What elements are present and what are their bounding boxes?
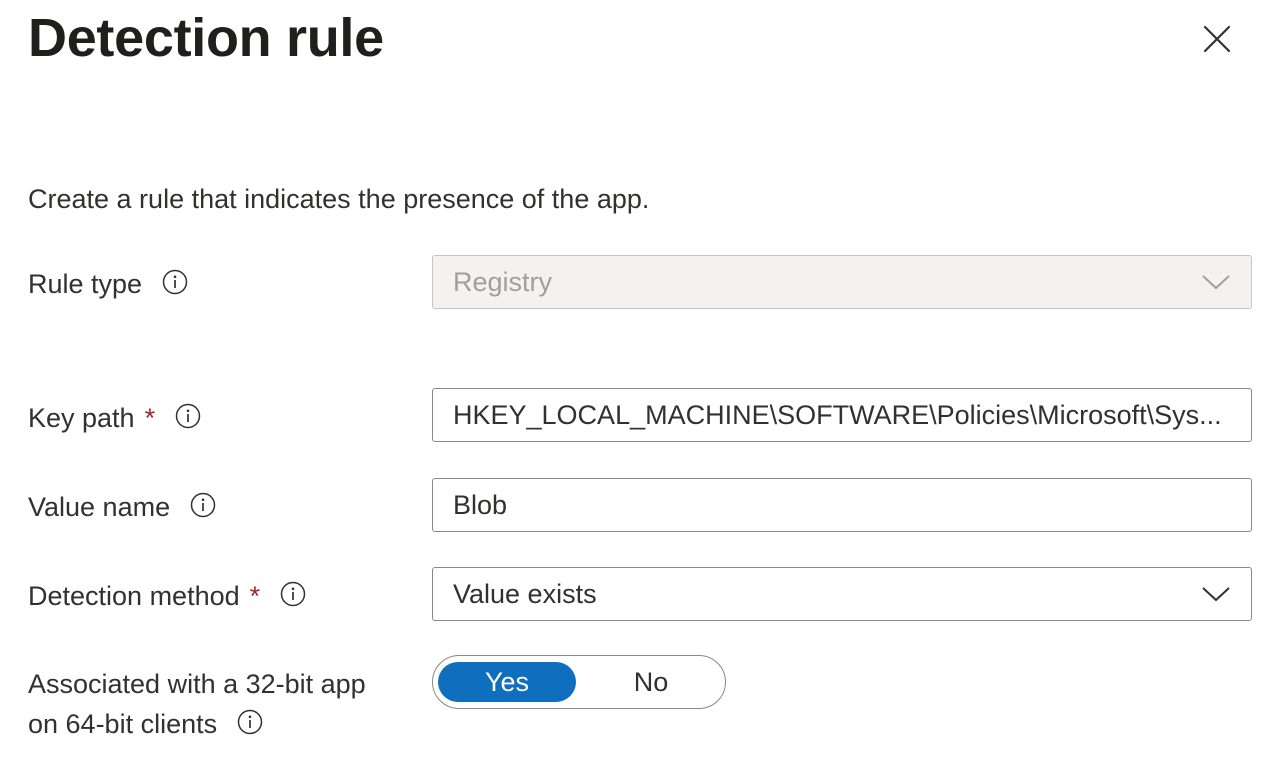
info-icon[interactable] [190, 492, 216, 518]
detection-method-dropdown[interactable]: Value exists [432, 567, 1252, 621]
panel-description: Create a rule that indicates the presenc… [28, 184, 650, 214]
rule-type-label-text: Rule type [28, 269, 143, 299]
close-icon [1203, 25, 1231, 53]
required-marker: * [144, 403, 156, 433]
panel-title: Detection rule [28, 8, 384, 68]
associated-32bit-toggle[interactable]: Yes No [432, 655, 726, 709]
associated-32bit-label: Associated with a 32-bit app on 64-bit c… [28, 664, 366, 744]
key-path-label: Key path * [28, 398, 201, 438]
value-name-label-text: Value name [28, 492, 171, 522]
close-button[interactable] [1196, 18, 1238, 60]
chevron-down-icon [1202, 587, 1230, 602]
info-icon[interactable] [237, 709, 263, 735]
associated-32bit-label-line2-row: on 64-bit clients [28, 704, 366, 744]
rule-type-label: Rule type [28, 264, 188, 304]
required-marker: * [249, 581, 261, 611]
detection-method-label: Detection method * [28, 576, 306, 616]
associated-32bit-label-line2: on 64-bit clients [28, 709, 218, 739]
info-icon[interactable] [280, 581, 306, 607]
value-name-value: Blob [453, 489, 508, 520]
value-name-input[interactable]: Blob [432, 478, 1252, 532]
key-path-label-text: Key path [28, 403, 135, 433]
rule-type-value: Registry [453, 266, 553, 297]
toggle-option-no[interactable]: No [582, 662, 720, 702]
info-icon[interactable] [175, 403, 201, 429]
detection-method-label-text: Detection method [28, 581, 240, 611]
toggle-option-yes[interactable]: Yes [438, 662, 576, 702]
detection-method-value: Value exists [453, 578, 597, 609]
info-icon[interactable] [162, 269, 188, 295]
key-path-input[interactable]: HKEY_LOCAL_MACHINE\SOFTWARE\Policies\Mic… [432, 388, 1252, 442]
rule-type-dropdown: Registry [432, 255, 1252, 309]
associated-32bit-label-line1: Associated with a 32-bit app [28, 669, 366, 699]
chevron-down-icon [1202, 275, 1230, 290]
value-name-label: Value name [28, 487, 216, 527]
key-path-value: HKEY_LOCAL_MACHINE\SOFTWARE\Policies\Mic… [453, 399, 1222, 430]
